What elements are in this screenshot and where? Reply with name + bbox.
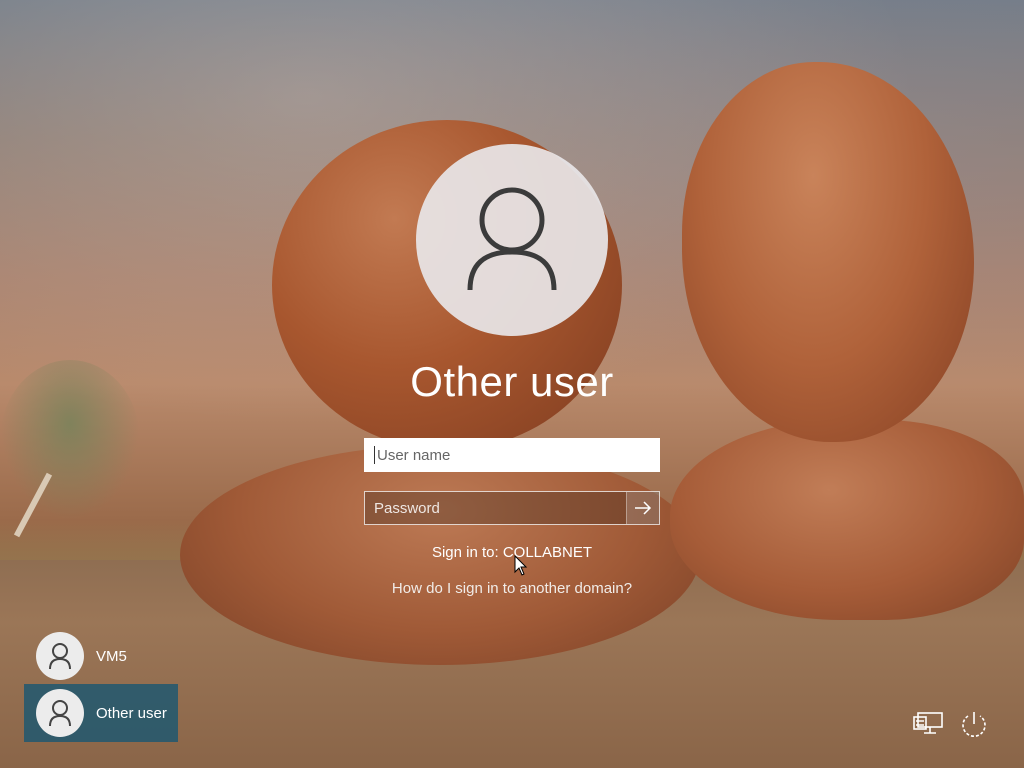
arrow-right-icon	[635, 501, 652, 515]
password-field[interactable]: Password	[364, 491, 660, 525]
network-icon	[913, 712, 943, 734]
submit-button[interactable]	[626, 492, 659, 524]
power-button[interactable]	[956, 706, 992, 742]
network-button[interactable]	[910, 706, 946, 742]
person-icon	[49, 643, 71, 670]
text-caret	[374, 446, 375, 464]
username-placeholder: User name	[377, 446, 451, 464]
avatar	[36, 632, 84, 680]
sign-in-domain-text: Sign in to: COLLABNET	[431, 544, 593, 561]
user-tile-other-user[interactable]: Other user	[24, 684, 178, 742]
username-field[interactable]: User name	[364, 438, 660, 472]
person-icon	[49, 700, 71, 727]
password-placeholder: Password	[374, 499, 440, 517]
avatar	[36, 689, 84, 737]
user-tile-label: Other user	[96, 704, 167, 722]
user-avatar-large	[416, 144, 608, 336]
domain-help-link[interactable]: How do I sign in to another domain?	[0, 580, 1024, 597]
mouse-cursor-icon	[514, 555, 528, 576]
user-title: Other user	[410, 358, 614, 405]
user-tile-vm5[interactable]: VM5	[24, 628, 178, 684]
user-tile-label: VM5	[96, 647, 127, 665]
person-icon	[467, 187, 557, 291]
power-icon	[962, 712, 986, 737]
